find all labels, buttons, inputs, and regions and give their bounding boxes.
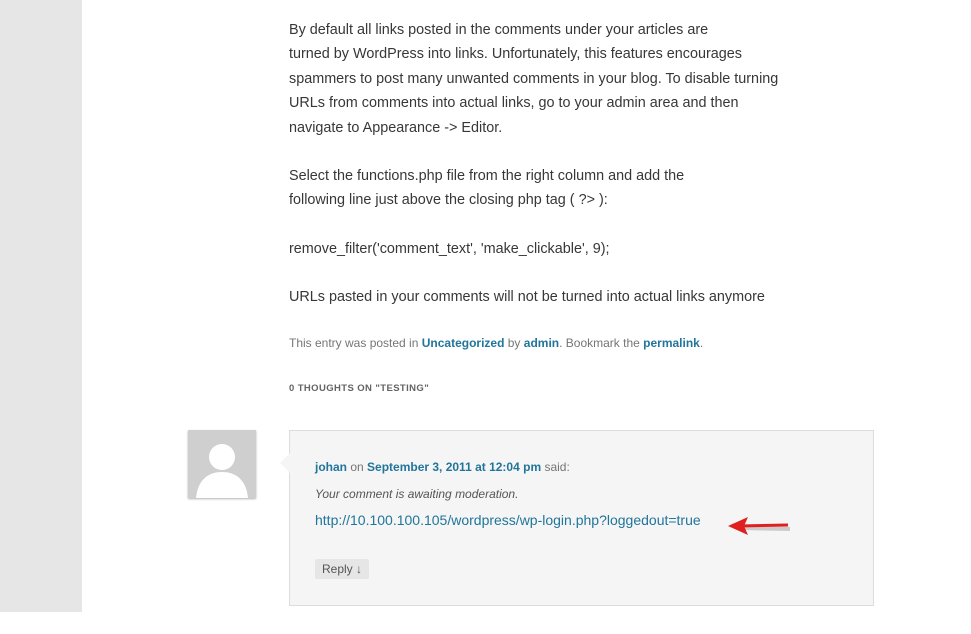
moderation-notice: Your comment is awaiting moderation. (315, 487, 519, 501)
paragraph-code: remove_filter('comment_text', 'make_clic… (289, 237, 849, 261)
text-line: following line just above the closing ph… (289, 192, 608, 209)
paragraph-intro: By default all links posted in the comme… (289, 18, 849, 140)
comments-title: 0 THOUGHTS ON "TESTING" (289, 383, 430, 394)
left-sidebar (0, 0, 82, 634)
text-line: URLs from comments into actual links, go… (289, 95, 739, 112)
red-arrow-icon (728, 517, 791, 535)
comment-url-link[interactable]: http://10.100.100.105/wordpress/wp-login… (315, 512, 701, 528)
comment-author-link[interactable]: johan (315, 460, 347, 474)
text-line: URLs pasted in your comments will not be… (289, 289, 765, 306)
reply-button[interactable]: Reply ↓ (315, 559, 370, 579)
text-line: turned by WordPress into links. Unfortun… (289, 46, 743, 63)
category-link[interactable]: Uncategorized (422, 336, 505, 350)
page-bottom (0, 612, 971, 634)
comment-said-text: said: (541, 460, 570, 474)
entry-meta: This entry was posted in Uncategorized b… (289, 336, 703, 350)
meta-end: . (699, 336, 704, 350)
text-line: spammers to post many unwanted comments … (289, 70, 779, 87)
default-avatar-icon (188, 430, 256, 498)
meta-prefix: This entry was posted in (289, 336, 422, 350)
text-line: By default all links posted in the comme… (289, 22, 709, 38)
paragraph-select-file: Select the functions.php file from the r… (289, 164, 849, 213)
paragraph-result: URLs pasted in your comments will not be… (289, 285, 849, 309)
meta-by: by (504, 336, 524, 350)
author-link[interactable]: admin (524, 336, 559, 350)
text-line: navigate to Appearance -> Editor. (289, 119, 503, 136)
comment-header: johan on September 3, 2011 at 12:04 pm s… (315, 460, 570, 474)
comment-pointer (280, 453, 290, 473)
entry-content: By default all links posted in the comme… (289, 18, 849, 334)
avatar (188, 430, 256, 498)
permalink-link[interactable]: permalink (643, 336, 700, 350)
code-line: remove_filter('comment_text', 'make_clic… (289, 240, 610, 257)
meta-bookmark: . Bookmark the (559, 336, 644, 350)
text-line: Select the functions.php file from the r… (289, 168, 685, 185)
comment-date-link[interactable]: September 3, 2011 at 12:04 pm (367, 460, 541, 474)
comment-on-text: on (347, 460, 368, 474)
